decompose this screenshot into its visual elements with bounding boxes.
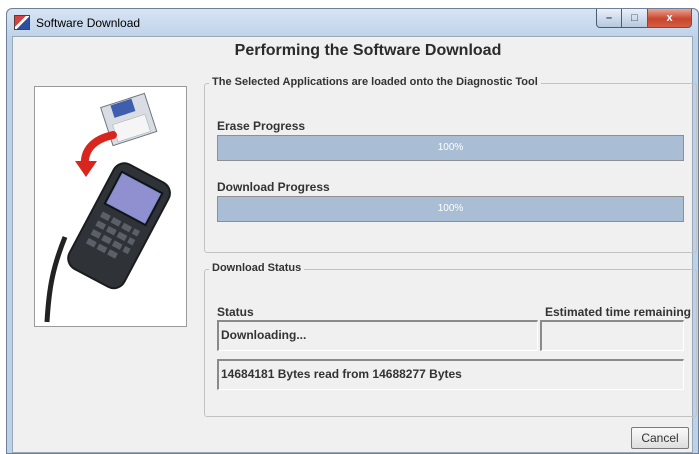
title-bar[interactable]: Software Download – □ x xyxy=(7,9,698,36)
download-progress-bar: 100% xyxy=(217,196,684,222)
window-title: Software Download xyxy=(36,16,141,30)
close-button[interactable]: x xyxy=(648,9,692,28)
load-group-legend: The Selected Applications are loaded ont… xyxy=(209,76,541,88)
eta-label: Estimated time remaining xyxy=(544,305,691,319)
eta-field xyxy=(540,320,684,351)
download-progress-text: 100% xyxy=(437,203,464,214)
window-controls: – □ x xyxy=(596,9,692,29)
minimize-icon: – xyxy=(605,12,613,24)
bytes-read-field: 14684181 Bytes read from 14688277 Bytes xyxy=(217,359,684,390)
illustration-panel xyxy=(34,86,187,327)
app-icon xyxy=(14,15,30,30)
erase-progress-label: Erase Progress xyxy=(217,119,306,133)
close-icon: x xyxy=(666,12,673,24)
download-progress-label: Download Progress xyxy=(217,180,330,194)
maximize-icon: □ xyxy=(631,12,638,24)
page-title: Performing the Software Download xyxy=(234,42,502,59)
status-label: Status xyxy=(217,305,254,319)
minimize-button[interactable]: – xyxy=(596,9,622,28)
dialog-content: Performing the Software Download The Sel… xyxy=(12,36,697,453)
cancel-button[interactable]: Cancel xyxy=(631,427,689,449)
erase-progress-text: 100% xyxy=(437,142,464,153)
diagnostic-tool-illustration xyxy=(44,92,171,323)
load-progress-group: The Selected Applications are loaded ont… xyxy=(204,76,697,253)
software-download-window: Software Download – □ x Performing the S… xyxy=(6,8,699,454)
erase-progress-bar: 100% xyxy=(217,135,684,161)
download-status-group: Download Status Status Estimated time re… xyxy=(204,262,697,417)
status-field: Downloading... xyxy=(217,320,538,351)
maximize-button[interactable]: □ xyxy=(622,9,648,28)
status-group-legend: Download Status xyxy=(209,262,305,274)
